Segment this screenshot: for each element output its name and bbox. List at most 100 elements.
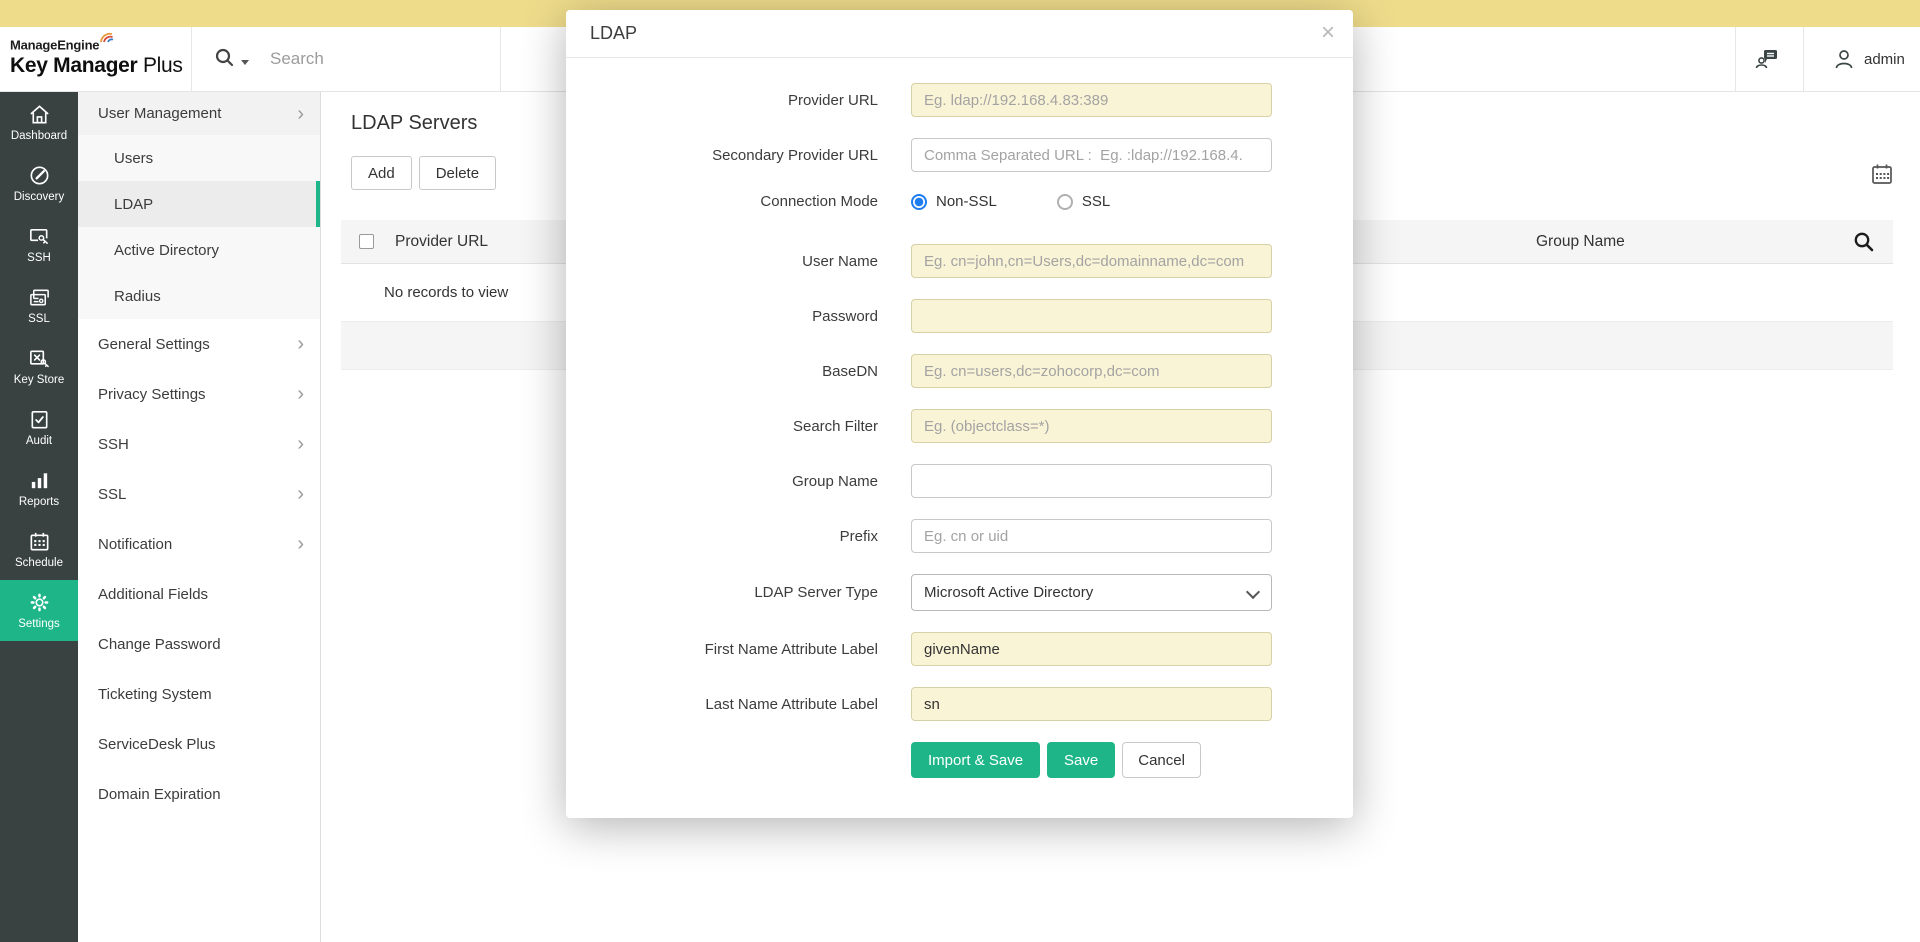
subnav-item-notification[interactable]: Notification [78, 519, 320, 569]
non-ssl-radio[interactable] [911, 194, 927, 210]
save-button[interactable]: Save [1047, 742, 1115, 778]
sidebar-item-dashboard[interactable]: Dashboard [0, 92, 78, 153]
audit-icon [28, 408, 51, 431]
app-logo: ManageEngine Key Manager Plus [10, 32, 183, 77]
field-label: Password [566, 308, 878, 325]
group-name-field[interactable] [911, 464, 1272, 498]
search-filter-field[interactable] [911, 409, 1272, 443]
form-row-user-name: User Name [566, 244, 1353, 278]
radio-option-non-ssl[interactable]: Non-SSL [911, 193, 997, 210]
sidebar-item-audit[interactable]: Audit [0, 397, 78, 458]
subnav-item-ldap[interactable]: LDAP [78, 181, 320, 227]
page-title: LDAP Servers [351, 112, 477, 135]
feedback-icon[interactable] [1752, 44, 1782, 74]
form-row-basedn: BaseDN [566, 354, 1353, 388]
table-search-icon[interactable] [1851, 229, 1877, 255]
user-name-field[interactable] [911, 244, 1272, 278]
radio-option-ssl[interactable]: SSL [1057, 193, 1110, 210]
subnav-item-user-management[interactable]: User Management [78, 92, 320, 135]
ldap-server-type-select[interactable]: Microsoft Active Directory [911, 574, 1272, 611]
select-all-checkbox[interactable] [359, 234, 374, 249]
header-divider [1803, 27, 1804, 91]
user-menu[interactable]: admin [1832, 46, 1905, 72]
product-name: Key Manager Plus [10, 55, 183, 77]
subnav-item-domain-expiration[interactable]: Domain Expiration [78, 769, 320, 819]
form-row-first-name-attribute: First Name Attribute Label [566, 632, 1353, 666]
modal-body: Provider URL Secondary Provider URL Conn… [566, 58, 1353, 778]
field-label: User Name [566, 253, 878, 270]
ssl-icon [28, 286, 51, 309]
search-input[interactable] [270, 43, 485, 75]
column-chooser-icon[interactable] [1870, 162, 1894, 186]
prefix-field[interactable] [911, 519, 1272, 553]
sidebar-item-label: Key Store [14, 374, 65, 386]
subnav-item-change-password[interactable]: Change Password [78, 619, 320, 669]
app-root: ManageEngine Key Manager Plus admin [0, 0, 1920, 942]
ssl-radio[interactable] [1057, 194, 1073, 210]
form-row-last-name-attribute: Last Name Attribute Label [566, 687, 1353, 721]
modal-actions: Import & Save Save Cancel [911, 742, 1353, 778]
sidebar-item-label: Schedule [15, 557, 63, 569]
home-icon [28, 103, 51, 126]
sidebar-item-key-store[interactable]: Key Store [0, 336, 78, 397]
sidebar-item-label: SSH [27, 252, 51, 264]
secondary-provider-url-field[interactable] [911, 138, 1272, 172]
search-scope-caret-icon[interactable] [241, 60, 249, 65]
header-divider [1735, 27, 1736, 91]
subnav-item-label: User Management [98, 105, 221, 122]
sidebar-item-ssh[interactable]: SSH [0, 214, 78, 275]
sidebar-item-schedule[interactable]: Schedule [0, 519, 78, 580]
key-store-icon [27, 347, 51, 370]
sidebar-item-label: Reports [19, 496, 59, 508]
import-save-button[interactable]: Import & Save [911, 742, 1040, 778]
subnav-item-general-settings[interactable]: General Settings [78, 319, 320, 369]
cancel-button[interactable]: Cancel [1122, 742, 1201, 778]
password-field[interactable] [911, 299, 1272, 333]
sidebar-item-label: Audit [26, 435, 52, 447]
subnav-item-ticketing-system[interactable]: Ticketing System [78, 669, 320, 719]
ldap-server-type-select-wrap: Microsoft Active Directory [911, 574, 1272, 611]
ldap-modal: LDAP Provider URL Secondary Provider URL… [566, 10, 1353, 818]
sidebar-item-discovery[interactable]: Discovery [0, 153, 78, 214]
last-name-attribute-field[interactable] [911, 687, 1272, 721]
chevron-right-icon [297, 384, 304, 404]
subnav-item-ssl[interactable]: SSL [78, 469, 320, 519]
form-row-password: Password [566, 299, 1353, 333]
first-name-attribute-field[interactable] [911, 632, 1272, 666]
field-label: Prefix [566, 528, 878, 545]
form-row-connection-mode: Connection Mode Non-SSL SSL [566, 193, 1353, 210]
sidebar-item-ssl[interactable]: SSL [0, 275, 78, 336]
field-label: Connection Mode [566, 193, 878, 210]
sidebar-item-label: SSL [28, 313, 50, 325]
header-divider [500, 27, 501, 91]
settings-subnav: User Management Users LDAP Active Direct… [78, 92, 321, 942]
field-label: Search Filter [566, 418, 878, 435]
provider-url-field[interactable] [911, 83, 1272, 117]
user-management-children: Users LDAP Active Directory Radius [78, 135, 320, 319]
form-row-group-name: Group Name [566, 464, 1353, 498]
subnav-item-servicedesk-plus[interactable]: ServiceDesk Plus [78, 719, 320, 769]
chevron-right-icon [297, 534, 304, 554]
basedn-field[interactable] [911, 354, 1272, 388]
subnav-item-additional-fields[interactable]: Additional Fields [78, 569, 320, 619]
close-icon[interactable] [1321, 19, 1335, 48]
sidebar-item-reports[interactable]: Reports [0, 458, 78, 519]
subnav-item-active-directory[interactable]: Active Directory [78, 227, 320, 273]
sidebar-item-label: Settings [18, 618, 60, 630]
field-label: BaseDN [566, 363, 878, 380]
schedule-icon [28, 530, 51, 553]
delete-button[interactable]: Delete [419, 156, 496, 190]
add-button[interactable]: Add [351, 156, 412, 190]
chevron-right-icon [297, 434, 304, 454]
form-row-search-filter: Search Filter [566, 409, 1353, 443]
subnav-item-users[interactable]: Users [78, 135, 320, 181]
subnav-item-radius[interactable]: Radius [78, 273, 320, 319]
connection-mode-radio-group: Non-SSL SSL [911, 193, 1110, 210]
subnav-item-ssh[interactable]: SSH [78, 419, 320, 469]
subnav-item-privacy-settings[interactable]: Privacy Settings [78, 369, 320, 419]
brand-swoosh-icon [100, 32, 114, 43]
field-label: Provider URL [566, 92, 878, 109]
search-icon[interactable] [213, 46, 237, 70]
form-row-prefix: Prefix [566, 519, 1353, 553]
sidebar-item-settings[interactable]: Settings [0, 580, 78, 641]
